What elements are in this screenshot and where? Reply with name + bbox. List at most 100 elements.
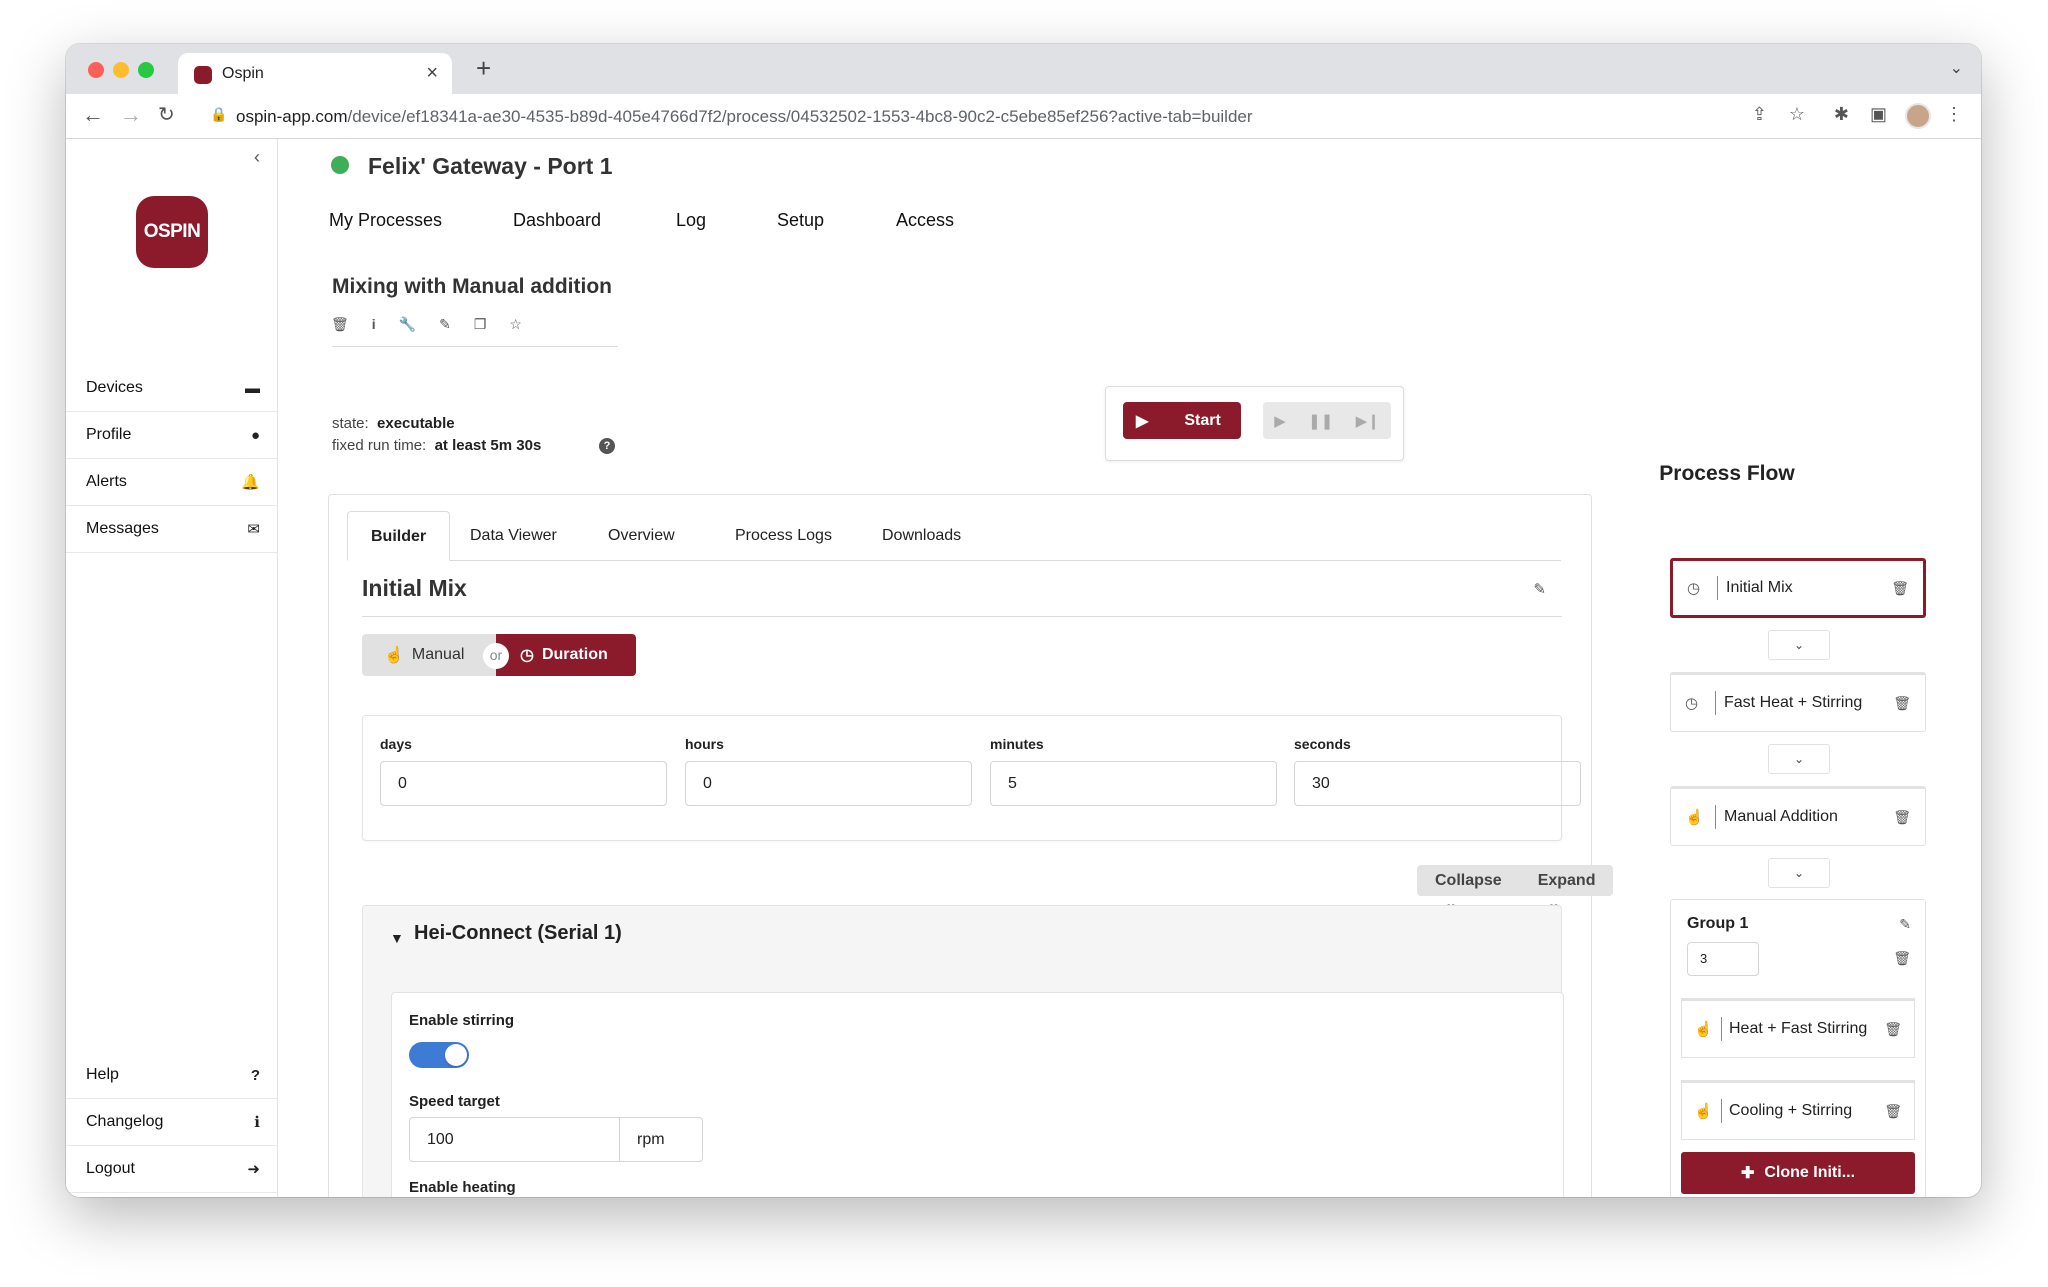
browser-toolbar: ← → ↻ 🔒 ospin-app.com/device/ef18341a-ae… — [66, 94, 1981, 139]
tab-data-viewer[interactable]: Data Viewer — [447, 511, 580, 561]
clone-step-button[interactable]: ✚ Clone Initi... — [1681, 1152, 1915, 1194]
process-state: state: executable — [332, 415, 455, 432]
tab-list-chevron-icon[interactable]: ⌄ — [1950, 58, 1963, 78]
sidebar-collapse-icon[interactable]: ‹ — [254, 147, 260, 168]
tab-downloads[interactable]: Downloads — [859, 511, 984, 561]
wrench-icon[interactable]: 🔧 — [399, 316, 416, 333]
days-input[interactable]: 0 — [380, 761, 667, 806]
flow-step-initial-mix[interactable]: ◷ Initial Mix 🗑 — [1670, 558, 1926, 618]
nav-access[interactable]: Access — [896, 210, 954, 231]
browser-tab-bar: Ospin × + ⌄ — [66, 44, 1981, 94]
days-label: days — [380, 736, 412, 752]
enable-heating-label: Enable heating — [409, 1179, 516, 1196]
extensions-puzzle-icon[interactable]: ✱ — [1834, 104, 1849, 125]
clock-icon: ◷ — [1687, 580, 1701, 597]
separator — [1715, 691, 1716, 715]
device-section-title[interactable]: Hei-Connect (Serial 1) — [414, 922, 622, 945]
ospin-logo[interactable]: OSPIN — [136, 196, 208, 268]
sidebar-item-label: Messages — [86, 520, 159, 537]
state-value: executable — [377, 415, 455, 432]
delete-group-icon[interactable]: 🗑 — [1893, 950, 1911, 967]
address-bar[interactable]: 🔒 ospin-app.com/device/ef18341a-ae30-453… — [200, 99, 1840, 133]
runtime-help-icon[interactable]: ? — [599, 438, 615, 454]
flow-step-cooling-stirring[interactable]: ☝ Cooling + Stirring 🗑 — [1681, 1080, 1915, 1140]
close-window-button[interactable] — [88, 62, 104, 78]
flow-step-fast-heat[interactable]: ◷ Fast Heat + Stirring 🗑 — [1670, 672, 1926, 732]
browser-menu-icon[interactable]: ⋮ — [1945, 104, 1963, 125]
new-tab-button[interactable]: + — [476, 55, 491, 81]
edit-group-icon[interactable]: ✎ — [1899, 916, 1911, 933]
sidebar-item-logout[interactable]: Logout ➜ — [66, 1146, 278, 1193]
info-icon[interactable]: i — [372, 316, 376, 333]
divider — [362, 616, 1562, 617]
edit-step-icon[interactable]: ✎ — [1533, 580, 1546, 598]
flow-step-heat-fast-stirring[interactable]: ☝ Heat + Fast Stirring 🗑 — [1681, 998, 1915, 1058]
caret-down-icon[interactable]: ▼ — [390, 930, 404, 946]
reload-icon[interactable]: ↻ — [158, 102, 175, 127]
flow-connector-chevron-icon[interactable]: ⌄ — [1768, 744, 1830, 774]
seconds-input[interactable]: 30 — [1294, 761, 1581, 806]
back-arrow-icon[interactable]: ← — [82, 102, 104, 128]
process-actions: 🗑 i 🔧 ✎ ❐ ☆ — [331, 316, 522, 333]
nav-my-processes[interactable]: My Processes — [329, 210, 442, 231]
close-tab-icon[interactable]: × — [426, 62, 438, 85]
duration-option[interactable]: ◷ Duration — [496, 634, 636, 676]
pause-icon[interactable]: ❚❚ — [1308, 412, 1333, 430]
speed-target-input[interactable]: 100 — [409, 1117, 620, 1162]
group-iterations-input[interactable]: 3 — [1687, 942, 1759, 976]
sidebar-item-help[interactable]: Help ? — [66, 1052, 278, 1099]
delete-step-icon[interactable]: 🗑 — [1884, 1103, 1902, 1120]
process-runtime: fixed run time: at least 5m 30s — [332, 437, 541, 454]
flow-step-label: Manual Addition — [1724, 808, 1838, 825]
browser-profile-avatar[interactable] — [1905, 103, 1931, 129]
sidebar-item-label: Changelog — [86, 1113, 164, 1130]
delete-step-icon[interactable]: 🗑 — [1893, 809, 1911, 826]
or-divider: or — [483, 643, 509, 669]
sidebar-item-profile[interactable]: Profile ● — [66, 412, 278, 459]
sidebar-item-label: Alerts — [86, 473, 127, 490]
maximize-window-button[interactable] — [138, 62, 154, 78]
sidebar-item-devices[interactable]: Devices ▬ — [66, 365, 278, 412]
resume-icon[interactable]: ▶ — [1274, 412, 1286, 430]
browser-tab[interactable]: Ospin × — [178, 53, 452, 94]
skip-icon[interactable]: ▶❙ — [1356, 412, 1380, 430]
nav-log[interactable]: Log — [676, 210, 706, 231]
expand-all-button[interactable]: Expand All — [1520, 865, 1614, 920]
manual-option[interactable]: ☝ Manual — [362, 634, 496, 676]
delete-step-icon[interactable]: 🗑 — [1893, 695, 1911, 712]
sidebar-item-changelog[interactable]: Changelog ℹ — [66, 1099, 278, 1146]
nav-dashboard[interactable]: Dashboard — [513, 210, 601, 231]
group-title: Group 1 — [1687, 915, 1749, 932]
flow-connector-chevron-icon[interactable]: ⌄ — [1768, 630, 1830, 660]
copy-icon[interactable]: ❐ — [474, 316, 487, 333]
forward-arrow-icon[interactable]: → — [120, 102, 142, 128]
delete-process-icon[interactable]: 🗑 — [331, 316, 349, 333]
collapse-all-button[interactable]: Collapse All — [1417, 865, 1520, 920]
favorite-star-icon[interactable]: ☆ — [509, 316, 522, 333]
delete-step-icon[interactable]: 🗑 — [1891, 580, 1909, 597]
tab-builder[interactable]: Builder — [347, 511, 451, 561]
enable-stirring-toggle[interactable] — [409, 1042, 469, 1068]
hand-pointer-icon: ☝ — [1694, 1103, 1713, 1120]
edit-icon[interactable]: ✎ — [439, 316, 451, 333]
bookmark-star-icon[interactable]: ☆ — [1789, 104, 1805, 125]
minimize-window-button[interactable] — [113, 62, 129, 78]
delete-step-icon[interactable]: 🗑 — [1884, 1021, 1902, 1038]
sidebar-item-messages[interactable]: Messages ✉ — [66, 506, 278, 553]
flow-step-label: Heat + Fast Stirring — [1729, 1020, 1868, 1037]
nav-setup[interactable]: Setup — [777, 210, 824, 231]
tab-overview[interactable]: Overview — [585, 511, 698, 561]
process-control-panel: ▶ Start ▶ ❚❚ ▶❙ — [1105, 386, 1404, 461]
question-icon: ? — [250, 1066, 260, 1084]
device-title: Felix' Gateway - Port 1 — [368, 153, 613, 179]
minutes-input[interactable]: 5 — [990, 761, 1277, 806]
side-panel-icon[interactable]: ▣ — [1870, 104, 1887, 125]
sidebar-item-label: Profile — [86, 426, 132, 443]
sidebar-item-alerts[interactable]: Alerts 🔔 — [66, 459, 278, 506]
tab-process-logs[interactable]: Process Logs — [712, 511, 855, 561]
share-icon[interactable]: ⇪ — [1752, 104, 1767, 125]
flow-connector-chevron-icon[interactable]: ⌄ — [1768, 858, 1830, 888]
hours-input[interactable]: 0 — [685, 761, 972, 806]
start-button[interactable]: ▶ Start — [1123, 402, 1241, 439]
flow-step-manual-addition[interactable]: ☝ Manual Addition 🗑 — [1670, 786, 1926, 846]
